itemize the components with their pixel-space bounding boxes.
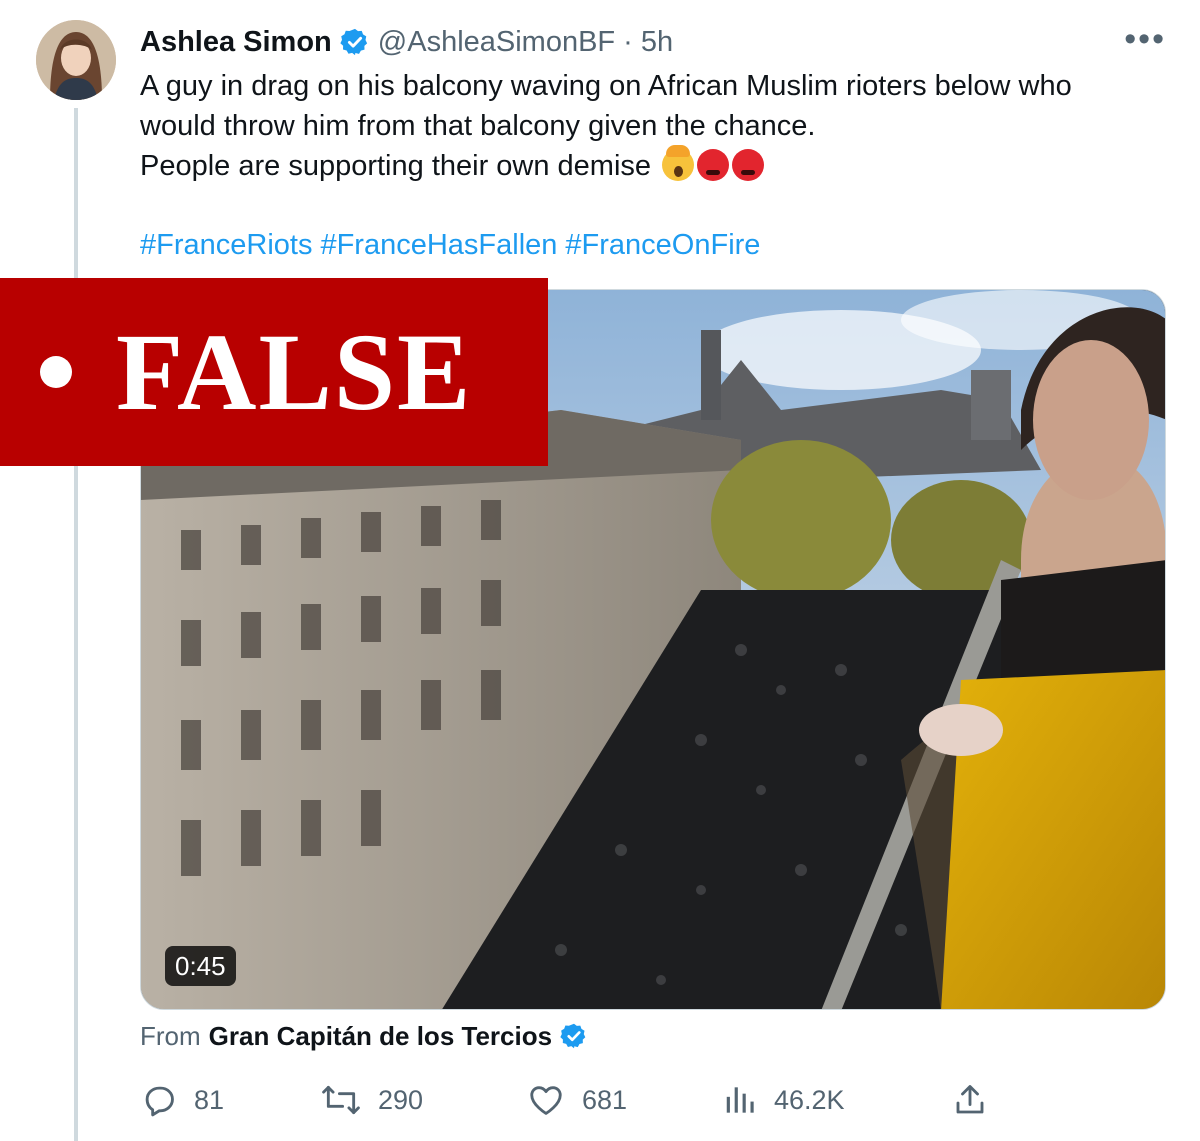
avatar[interactable] <box>36 20 116 100</box>
reply-icon <box>140 1081 178 1119</box>
share-button[interactable] <box>952 1078 988 1122</box>
angry-face-emoji-icon <box>732 149 765 181</box>
false-label-text: FALSE <box>116 311 473 433</box>
retweet-button[interactable]: 290 <box>320 1078 423 1122</box>
more-options-icon[interactable]: ••• <box>1124 22 1166 56</box>
header-separator: · <box>623 25 633 58</box>
tweet-timestamp[interactable]: 5h <box>641 26 673 59</box>
video-duration-badge: 0:45 <box>165 946 236 986</box>
from-attribution: From Gran Capitán de los Tercios <box>140 1016 588 1056</box>
hashtags: #FranceRiots #FranceHasFallen #FranceOnF… <box>140 225 760 265</box>
hashtag-link[interactable]: #FranceHasFallen <box>320 225 557 265</box>
author-handle[interactable]: @AshleaSimonBF <box>378 26 615 59</box>
verified-badge-icon <box>560 1022 588 1050</box>
share-icon <box>952 1081 988 1119</box>
action-bar: 81 290 681 46.2K <box>140 1078 1000 1122</box>
views-button[interactable]: 46.2K <box>724 1078 845 1122</box>
tweet-text-line: would throw him from that balcony given … <box>140 110 816 142</box>
tweet-screenshot: Ashlea Simon @AshleaSimonBF · 5h ••• A g… <box>0 0 1200 1141</box>
like-button[interactable]: 681 <box>526 1078 627 1122</box>
like-count: 681 <box>582 1084 628 1115</box>
tweet-text-line: A guy in drag on his balcony waving on A… <box>140 70 1072 102</box>
bullet-dot-icon <box>40 356 72 388</box>
views-chart-icon <box>724 1081 758 1119</box>
author-name[interactable]: Ashlea Simon <box>140 26 332 59</box>
from-account-name[interactable]: Gran Capitán de los Tercios <box>209 1021 552 1052</box>
reply-button[interactable]: 81 <box>140 1078 224 1122</box>
thread-line <box>74 108 78 1141</box>
heart-icon <box>526 1081 566 1119</box>
from-prefix: From <box>140 1020 201 1051</box>
tweet-text-line-with-emoji: People are supporting their own demise <box>140 145 1160 186</box>
exploding-head-emoji-icon <box>662 145 695 181</box>
tweet-header: Ashlea Simon @AshleaSimonBF · 5h <box>140 22 673 62</box>
views-count: 46.2K <box>774 1084 845 1115</box>
tweet-text-line: People are supporting their own demise <box>140 150 652 182</box>
reply-count: 81 <box>194 1084 225 1115</box>
angry-face-emoji-icon <box>697 149 730 181</box>
verified-badge-icon <box>340 27 370 57</box>
false-label-stamp: FALSE <box>0 278 548 466</box>
retweet-count: 290 <box>378 1084 424 1115</box>
tweet-text: A guy in drag on his balcony waving on A… <box>140 66 1160 186</box>
hashtag-link[interactable]: #FranceOnFire <box>565 225 760 265</box>
hashtag-link[interactable]: #FranceRiots <box>140 225 312 265</box>
retweet-icon <box>320 1081 362 1119</box>
